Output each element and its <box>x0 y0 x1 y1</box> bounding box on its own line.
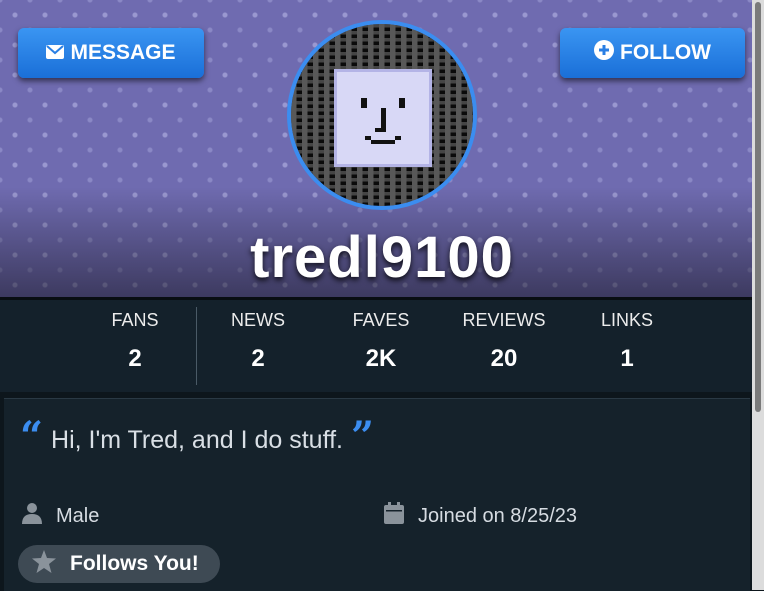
bio-panel: “ Hi, I'm Tred, and I do stuff. ” Male J… <box>4 398 750 591</box>
username: tredl9100 <box>250 225 514 290</box>
stat-value: 1 <box>620 345 634 372</box>
stat-label: LINKS <box>600 310 654 330</box>
follow-button-label: FOLLOW <box>620 41 711 64</box>
message-button-label: MESSAGE <box>70 41 176 64</box>
follows-you-badge: Follows You! <box>18 545 220 583</box>
gender-text: Male <box>56 504 100 527</box>
joined-text: Joined on 8/25/23 <box>418 504 578 527</box>
envelope-icon <box>46 41 65 65</box>
stat-value: 2K <box>365 345 397 372</box>
person-icon <box>22 502 42 530</box>
joined-info: Joined on 8/25/23 <box>384 502 577 530</box>
stat-value: 2 <box>251 345 265 372</box>
stat-value: 20 <box>490 345 518 372</box>
stat-faves[interactable]: FAVES 2K <box>321 310 441 373</box>
stat-label: FANS <box>111 310 159 330</box>
stat-news[interactable]: NEWS 2 <box>198 310 318 373</box>
scrollbar[interactable] <box>752 0 764 590</box>
star-icon <box>32 549 56 579</box>
scrollbar-thumb[interactable] <box>755 2 761 412</box>
message-button[interactable]: MESSAGE <box>18 28 204 78</box>
follows-you-text: Follows You! <box>70 552 199 575</box>
stat-label: REVIEWS <box>462 310 546 330</box>
stat-label: FAVES <box>352 310 410 330</box>
bio-quote-text: Hi, I'm Tred, and I do stuff. <box>51 426 343 454</box>
stat-label: NEWS <box>231 310 285 330</box>
plus-circle-icon <box>594 40 614 66</box>
stat-divider <box>196 307 197 385</box>
calendar-icon <box>384 502 404 530</box>
stat-links[interactable]: LINKS 1 <box>567 310 687 373</box>
stats-bar: FANS 2 NEWS 2 FAVES 2K REVIEWS 20 LINKS … <box>0 297 752 392</box>
bio-quote: “ Hi, I'm Tred, and I do stuff. ” <box>20 413 374 460</box>
avatar-face <box>334 69 432 167</box>
follow-button[interactable]: FOLLOW <box>560 28 745 78</box>
stat-reviews[interactable]: REVIEWS 20 <box>444 310 564 373</box>
stat-fans[interactable]: FANS 2 <box>75 310 195 373</box>
avatar[interactable] <box>287 20 477 210</box>
gender-info: Male <box>22 502 99 530</box>
stat-value: 2 <box>128 345 142 372</box>
close-quote-icon: ” <box>350 413 374 460</box>
open-quote-icon: “ <box>20 413 44 460</box>
